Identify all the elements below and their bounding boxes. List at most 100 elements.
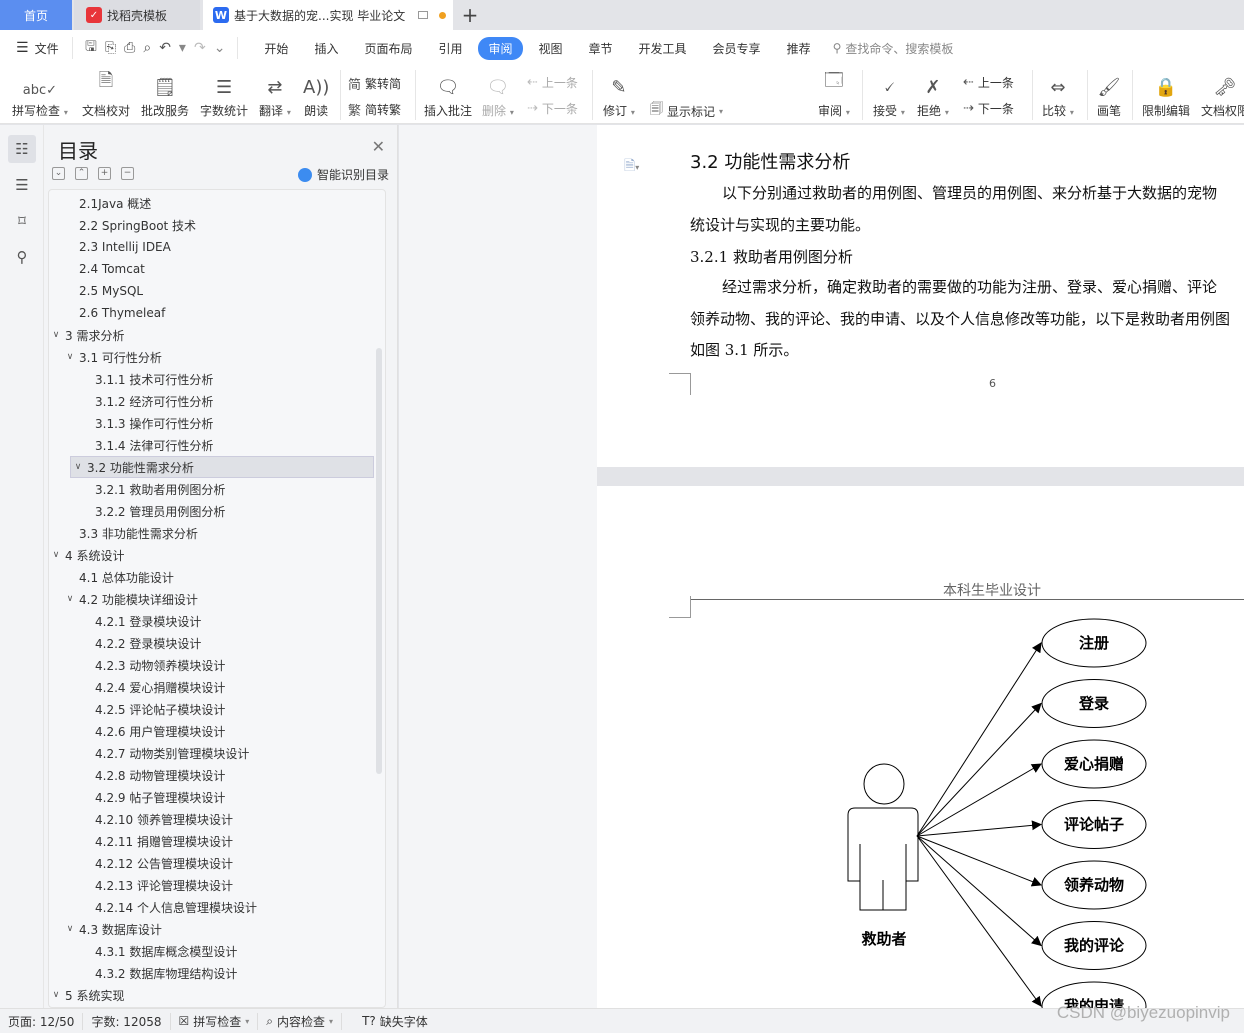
outline-icon[interactable]: ☰ bbox=[8, 171, 36, 199]
toc-item[interactable]: ∨ 4.3 数据库设计 bbox=[49, 918, 374, 940]
toc-item[interactable]: 2.5 MySQL bbox=[49, 280, 374, 302]
toc-item[interactable]: ∨ 5 系统实现 bbox=[49, 984, 374, 1006]
next-comment-button[interactable]: ⇢ 下一条 bbox=[527, 100, 578, 117]
page-indicator[interactable]: 页面: 12/50 bbox=[0, 1012, 84, 1030]
content-check-status[interactable]: ⌕ 内容检查 ▾ bbox=[258, 1012, 343, 1030]
toc-item[interactable]: 2.2 SpringBoot 技术 bbox=[49, 214, 374, 236]
toc-item[interactable]: 4.2.12 公告管理模块设计 bbox=[49, 852, 374, 874]
compare-button[interactable]: ⇔ 比较 ▾ bbox=[1042, 72, 1074, 119]
correction-service-button[interactable]: 🗒 批改服务 bbox=[141, 72, 189, 119]
toc-item[interactable]: 3.1.4 法律可行性分析 bbox=[49, 434, 374, 456]
menu-tab-recommend[interactable]: 推荐 bbox=[777, 37, 821, 60]
expand-all-icon[interactable]: + bbox=[98, 167, 111, 180]
toc-item[interactable]: 4.2.2 登录模块设计 bbox=[49, 632, 374, 654]
toc-item[interactable]: 3.2.2 管理员用例图分析 bbox=[49, 500, 374, 522]
chevron-down-icon[interactable]: ∨ bbox=[63, 352, 77, 362]
collapse-all-icon[interactable]: − bbox=[121, 167, 134, 180]
trad-to-simp-button[interactable]: 简繁转简 bbox=[348, 74, 401, 93]
paragraph-menu-icon[interactable]: 🗎▾ bbox=[624, 155, 639, 179]
print-icon[interactable]: ⎙ bbox=[124, 40, 135, 56]
spell-check-button[interactable]: abc✓ 拼写检查 ▾ bbox=[12, 72, 68, 119]
doc-permission-button[interactable]: 🗝 文档权限 bbox=[1201, 72, 1244, 119]
toc-item[interactable]: ∨ 3.2 功能性需求分析 bbox=[70, 456, 374, 478]
accept-button[interactable]: 🗸 接受 ▾ bbox=[873, 72, 905, 119]
new-tab-button[interactable]: + bbox=[455, 0, 485, 30]
toc-item[interactable]: 4.2.10 领养管理模块设计 bbox=[49, 808, 374, 830]
toc-item[interactable]: 2.1Java 概述 bbox=[49, 192, 374, 214]
toc-item[interactable]: ∨ 3.1 可行性分析 bbox=[49, 346, 374, 368]
file-menu[interactable]: ☰ 文件 bbox=[0, 40, 72, 57]
monitor-icon[interactable] bbox=[418, 11, 429, 19]
read-aloud-button[interactable]: A)) 朗读 bbox=[303, 72, 329, 119]
toc-item[interactable]: 4.2.9 帖子管理模块设计 bbox=[49, 786, 374, 808]
toc-item[interactable]: ∨ 3 需求分析 bbox=[49, 324, 374, 346]
undo-dropdown-icon[interactable]: ▾ bbox=[179, 40, 186, 56]
toc-item[interactable]: 4.2.4 爱心捐赠模块设计 bbox=[49, 676, 374, 698]
simp-to-trad-button[interactable]: 繁简转繁 bbox=[348, 100, 401, 119]
toc-item[interactable]: 3.1.1 技术可行性分析 bbox=[49, 368, 374, 390]
print-preview-icon[interactable]: ⌕ bbox=[143, 40, 151, 56]
expand-down-icon[interactable]: ⌄ bbox=[52, 167, 65, 180]
tab-template[interactable]: ✓ 找稻壳模板 bbox=[74, 0, 200, 30]
next-change-button[interactable]: ⇢ 下一条 bbox=[963, 100, 1014, 117]
word-count-button[interactable]: ☰ 字数统计 bbox=[200, 72, 248, 119]
tab-home[interactable]: 首页 bbox=[0, 0, 72, 30]
search-icon[interactable]: ⚲ bbox=[8, 243, 36, 271]
toc-item[interactable]: 4.2.13 评论管理模块设计 bbox=[49, 874, 374, 896]
toc-item[interactable]: 4.2.6 用户管理模块设计 bbox=[49, 720, 374, 742]
tab-document[interactable]: W 基于大数据的宠...实现 毕业论文 bbox=[203, 0, 453, 30]
command-search[interactable]: ⚲ 查找命令、搜索模板 bbox=[833, 40, 954, 57]
menu-tab-layout[interactable]: 页面布局 bbox=[354, 37, 422, 60]
reject-button[interactable]: ✗ 拒绝 ▾ bbox=[917, 72, 949, 119]
export-pdf-icon[interactable]: ⎘ bbox=[105, 40, 116, 56]
menu-tab-section[interactable]: 章节 bbox=[579, 37, 623, 60]
word-count-indicator[interactable]: 字数: 12058 bbox=[83, 1012, 171, 1030]
show-markup-button[interactable]: 🗐 显示标记 ▾ bbox=[650, 100, 723, 122]
chevron-down-icon[interactable]: ∨ bbox=[71, 462, 85, 472]
toc-panel-icon[interactable]: ☷ bbox=[8, 135, 36, 163]
collapse-up-icon[interactable]: ⌃ bbox=[75, 167, 88, 180]
toc-item[interactable]: 3.1.2 经济可行性分析 bbox=[49, 390, 374, 412]
toc-item[interactable]: 3.3 非功能性需求分析 bbox=[49, 522, 374, 544]
doc-proof-button[interactable]: 🗎 文档校对 bbox=[82, 70, 130, 119]
menu-tab-developer[interactable]: 开发工具 bbox=[629, 37, 697, 60]
prev-comment-button[interactable]: ⇠ 上一条 bbox=[527, 74, 578, 91]
menu-tab-member[interactable]: 会员专享 bbox=[703, 37, 771, 60]
toc-item[interactable]: 4.3.2 数据库物理结构设计 bbox=[49, 962, 374, 984]
review-pane-button[interactable]: 🗔 审阅 ▾ bbox=[818, 70, 850, 119]
menu-tab-insert[interactable]: 插入 bbox=[304, 37, 348, 60]
delete-comment-button[interactable]: 🗨 删除 ▾ bbox=[482, 72, 514, 119]
undo-icon[interactable]: ↶ bbox=[159, 40, 171, 56]
toc-item[interactable]: 4.2.1 登录模块设计 bbox=[49, 610, 374, 632]
toc-item[interactable]: ∨ 4.2 功能模块详细设计 bbox=[49, 588, 374, 610]
chevron-down-icon[interactable]: ∨ bbox=[63, 594, 77, 604]
chevron-down-icon[interactable]: ∨ bbox=[63, 924, 77, 934]
toc-item[interactable]: 4.2.5 评论帖子模块设计 bbox=[49, 698, 374, 720]
pen-button[interactable]: 🖌 画笔 bbox=[1097, 72, 1121, 119]
toc-item[interactable]: 3.1.3 操作可行性分析 bbox=[49, 412, 374, 434]
chevron-down-icon[interactable]: ∨ bbox=[49, 330, 63, 340]
prev-change-button[interactable]: ⇠ 上一条 bbox=[963, 74, 1014, 91]
chevron-down-icon[interactable]: ∨ bbox=[49, 990, 63, 1000]
spell-check-status[interactable]: ☒ 拼写检查 ▾ bbox=[171, 1012, 259, 1030]
toc-item[interactable]: 4.2.8 动物管理模块设计 bbox=[49, 764, 374, 786]
menu-tab-review[interactable]: 审阅 bbox=[478, 36, 523, 60]
toc-item[interactable]: 2.3 Intellij IDEA bbox=[49, 236, 374, 258]
restrict-edit-button[interactable]: 🔒 限制编辑 bbox=[1142, 72, 1190, 119]
insert-comment-button[interactable]: 🗨 插入批注 bbox=[424, 72, 472, 119]
menu-tab-view[interactable]: 视图 bbox=[529, 37, 573, 60]
menu-tab-references[interactable]: 引用 bbox=[428, 37, 472, 60]
toc-item[interactable]: 4.2.14 个人信息管理模块设计 bbox=[49, 896, 374, 918]
toc-item[interactable]: 4.2.7 动物类别管理模块设计 bbox=[49, 742, 374, 764]
toc-item[interactable]: ∨ 4 系统设计 bbox=[49, 544, 374, 566]
bookmark-icon[interactable]: ⌑ bbox=[8, 207, 36, 235]
smart-detect-toc-button[interactable]: 智能识别目录 bbox=[297, 166, 389, 183]
track-changes-button[interactable]: ✎ 修订 ▾ bbox=[603, 72, 635, 119]
toc-item[interactable]: 3.2.1 救助者用例图分析 bbox=[49, 478, 374, 500]
chevron-down-icon[interactable]: ∨ bbox=[49, 550, 63, 560]
missing-font-button[interactable]: T? 缺失字体 bbox=[354, 1013, 436, 1030]
toc-item[interactable]: 4.2.11 捐赠管理模块设计 bbox=[49, 830, 374, 852]
save-icon[interactable]: 🖫 bbox=[85, 36, 97, 60]
customize-dropdown-icon[interactable]: ⌄ bbox=[214, 40, 226, 56]
close-icon[interactable]: ✕ bbox=[372, 137, 385, 156]
